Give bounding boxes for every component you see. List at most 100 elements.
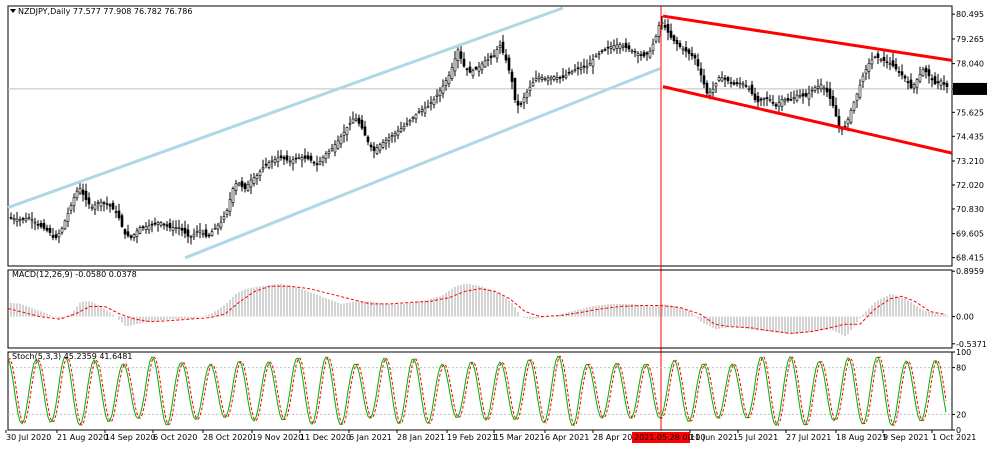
candle-body bbox=[168, 223, 172, 229]
candle-body bbox=[561, 75, 565, 78]
candle-body bbox=[678, 43, 682, 47]
candle-body bbox=[141, 226, 145, 229]
candle-body bbox=[231, 188, 235, 203]
candle-body bbox=[255, 175, 259, 180]
candle-body bbox=[888, 63, 892, 65]
macd-tick-label: 0.8959 bbox=[956, 267, 984, 276]
candle-body bbox=[489, 55, 493, 58]
candle-body bbox=[507, 57, 511, 71]
candle-body bbox=[645, 52, 649, 55]
candle-body bbox=[687, 49, 691, 54]
candle-body bbox=[204, 229, 208, 237]
candle-body bbox=[606, 46, 610, 49]
candle-body bbox=[297, 157, 301, 159]
candle-body bbox=[222, 216, 226, 220]
candle-body bbox=[783, 99, 787, 102]
candle-body bbox=[468, 66, 472, 73]
candle-body bbox=[816, 86, 820, 89]
candle-body bbox=[384, 139, 388, 144]
candle-body bbox=[213, 227, 217, 230]
candle-body bbox=[111, 202, 115, 210]
candle-body bbox=[36, 223, 40, 226]
candle-body bbox=[555, 77, 559, 80]
candle-body bbox=[498, 45, 502, 48]
candle-body bbox=[450, 67, 454, 79]
candle-body bbox=[618, 44, 622, 49]
candle-body bbox=[639, 54, 643, 56]
price-tick-label: 75.625 bbox=[956, 108, 984, 117]
candle-body bbox=[96, 202, 100, 204]
candle-body bbox=[225, 210, 229, 215]
candle-body bbox=[60, 228, 64, 233]
candle-body bbox=[117, 210, 121, 219]
candle-body bbox=[822, 87, 826, 90]
candle-body bbox=[627, 45, 631, 50]
candle-body bbox=[663, 25, 667, 28]
price-tick-label: 73.210 bbox=[956, 157, 984, 166]
time-tick-label: 28 Jan 2021 bbox=[397, 433, 445, 442]
candle-body bbox=[390, 135, 394, 137]
candle-body bbox=[429, 102, 433, 105]
time-tick-label: 5 Jul 2021 bbox=[738, 433, 778, 442]
price-tick-label: 70.830 bbox=[956, 205, 984, 214]
candle-body bbox=[720, 77, 724, 82]
candle-body bbox=[324, 153, 328, 159]
candle-body bbox=[393, 133, 397, 137]
candle-body bbox=[339, 136, 343, 145]
candle-body bbox=[405, 123, 409, 125]
candle-body bbox=[438, 90, 442, 97]
candle-body bbox=[153, 222, 157, 225]
candle-body bbox=[825, 87, 829, 93]
candle-body bbox=[846, 119, 850, 125]
candle-body bbox=[57, 233, 61, 238]
candle-body bbox=[81, 189, 85, 195]
candle-body bbox=[9, 217, 13, 219]
candle-body bbox=[21, 218, 25, 220]
candle-body bbox=[858, 84, 862, 98]
time-tick-label: 19 Nov 2020 bbox=[252, 433, 303, 442]
candle-body bbox=[330, 148, 334, 151]
candle-body bbox=[735, 82, 739, 85]
candle-body bbox=[264, 163, 268, 166]
candle-body bbox=[78, 188, 82, 194]
candle-body bbox=[402, 126, 406, 130]
candle-body bbox=[120, 215, 124, 227]
candle-body bbox=[357, 117, 361, 124]
candle-body bbox=[558, 77, 562, 79]
candle-body bbox=[51, 235, 55, 238]
candle-body bbox=[126, 231, 130, 237]
candle-body bbox=[630, 50, 634, 53]
candle-body bbox=[15, 218, 19, 222]
candle-body bbox=[477, 66, 481, 72]
candle-body bbox=[759, 98, 763, 101]
candle-body bbox=[417, 111, 421, 114]
candle-body bbox=[504, 54, 508, 61]
candle-body bbox=[510, 71, 514, 82]
price-tick-label: 79.265 bbox=[956, 35, 984, 44]
candle-body bbox=[756, 95, 760, 103]
candle-body bbox=[351, 118, 355, 124]
candle-body bbox=[30, 219, 34, 222]
candle-body bbox=[573, 69, 577, 72]
time-tick-label: 11 Dec 2020 bbox=[300, 433, 351, 442]
candle-body bbox=[447, 75, 451, 84]
candle-body bbox=[90, 206, 94, 209]
candle-body bbox=[909, 79, 913, 89]
candle-body bbox=[258, 171, 262, 176]
candle-body bbox=[396, 130, 400, 136]
candle-body bbox=[585, 66, 589, 69]
candle-body bbox=[900, 71, 904, 76]
candle-body bbox=[486, 58, 490, 61]
candle-body bbox=[195, 231, 199, 234]
candle-body bbox=[795, 94, 799, 101]
candle-body bbox=[675, 39, 679, 45]
candle-body bbox=[333, 144, 337, 153]
macd-tick-label: 0.00 bbox=[956, 313, 974, 322]
candle-body bbox=[492, 55, 496, 57]
candle-body bbox=[399, 128, 403, 132]
candle-body bbox=[765, 97, 769, 100]
candle-body bbox=[24, 218, 28, 222]
candle-body bbox=[270, 160, 274, 163]
candle-body bbox=[309, 155, 313, 161]
candle-body bbox=[777, 102, 781, 107]
